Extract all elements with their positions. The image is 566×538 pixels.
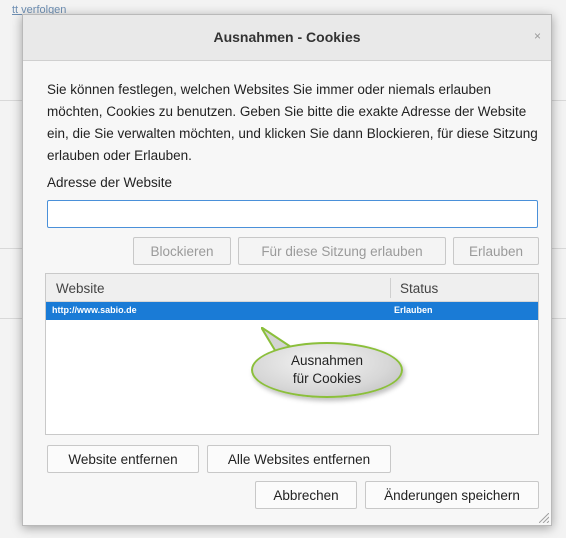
row-website: http://www.sabio.de	[52, 305, 137, 315]
column-header-status[interactable]: Status	[400, 281, 438, 296]
callout-line-1: Ausnahmen	[290, 353, 364, 368]
block-button[interactable]: Blockieren	[133, 237, 231, 265]
dialog-titlebar: Ausnahmen - Cookies ×	[23, 15, 551, 61]
dialog-description: Sie können festlegen, welchen Websites S…	[47, 82, 538, 163]
allow-session-button[interactable]: Für diese Sitzung erlauben	[238, 237, 446, 265]
list-header: Website Status	[46, 274, 538, 302]
website-address-input[interactable]	[47, 200, 538, 228]
close-icon[interactable]: ×	[534, 29, 541, 43]
remove-all-websites-button[interactable]: Alle Websites entfernen	[207, 445, 391, 473]
cancel-button[interactable]: Abbrechen	[255, 481, 357, 509]
column-separator	[390, 278, 391, 298]
dialog-title: Ausnahmen - Cookies	[213, 29, 361, 45]
column-header-website[interactable]: Website	[56, 281, 105, 296]
callout-text: Ausnahmen für Cookies	[291, 352, 363, 388]
annotation-callout: Ausnahmen für Cookies	[251, 342, 403, 398]
save-changes-button[interactable]: Änderungen speichern	[365, 481, 539, 509]
cookie-exceptions-dialog: Ausnahmen - Cookies × Sie können festleg…	[22, 14, 552, 526]
resize-grip-icon[interactable]	[539, 513, 549, 523]
remove-website-button[interactable]: Website entfernen	[47, 445, 199, 473]
row-status: Erlauben	[394, 305, 433, 315]
address-label: Adresse der Website	[47, 175, 173, 190]
table-row[interactable]: http://www.sabio.de Erlauben	[46, 302, 538, 320]
callout-line-2: für Cookies	[292, 371, 362, 386]
allow-button[interactable]: Erlauben	[453, 237, 539, 265]
